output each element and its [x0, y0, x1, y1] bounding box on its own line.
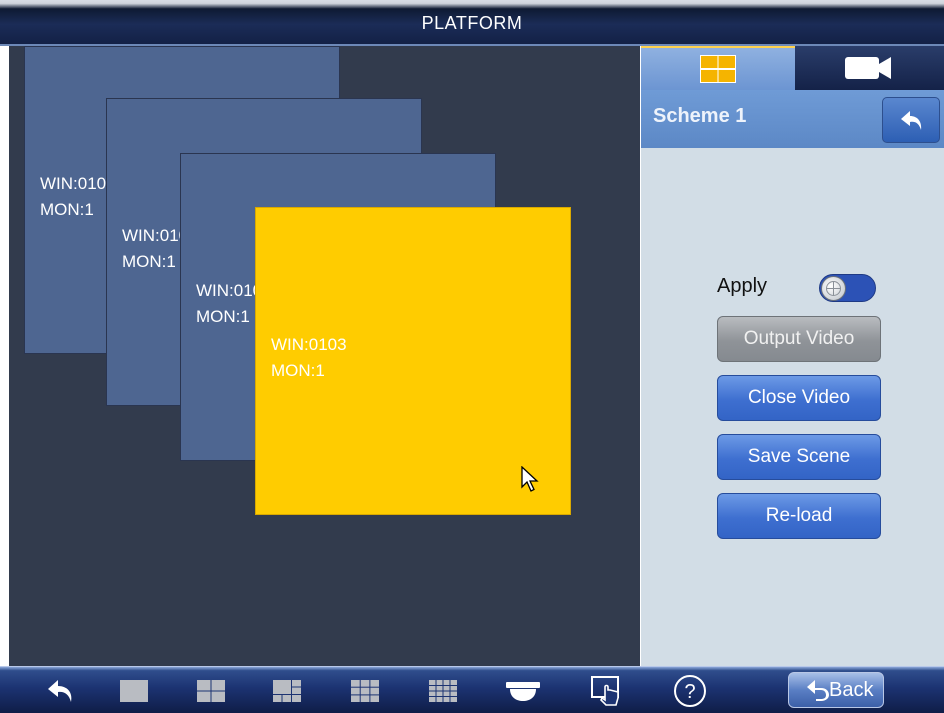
- panel-tabs: [641, 46, 944, 90]
- tab-window-layout[interactable]: [641, 46, 795, 90]
- back-arrow-icon: [807, 680, 829, 701]
- touch-mode-button[interactable]: [590, 675, 624, 707]
- back-button-label: Back: [829, 679, 874, 701]
- help-button[interactable]: ?: [672, 675, 708, 707]
- page-title: PLATFORM: [421, 13, 523, 33]
- ptz-dome-camera-icon: [506, 682, 540, 701]
- output-video-button[interactable]: Output Video: [717, 316, 881, 362]
- camera-icon: [845, 57, 891, 79]
- window-mon-label: MON:1: [196, 307, 250, 326]
- mouse-cursor-icon: [521, 466, 539, 492]
- control-side-panel: Scheme 1 Apply Output Video Close Video …: [641, 46, 944, 666]
- save-scene-button[interactable]: Save Scene: [717, 434, 881, 480]
- six-view-button[interactable]: [272, 675, 302, 707]
- window-layout-icon: [700, 55, 736, 83]
- sixteen-view-icon: [429, 680, 457, 702]
- window-mon-label: MON:1: [40, 200, 94, 219]
- tab-camera[interactable]: [795, 46, 944, 90]
- video-wall-canvas[interactable]: WIN:0101 MON:1 WIN:0102 MON:1 WIN:0102 M…: [9, 46, 640, 666]
- return-arrow-icon: [48, 680, 72, 702]
- six-view-icon: [273, 680, 301, 702]
- close-video-button[interactable]: Close Video: [717, 375, 881, 421]
- window-win-label: WIN:0101: [40, 174, 116, 193]
- toggle-knob-icon: [826, 281, 841, 296]
- help-icon: ?: [674, 675, 706, 707]
- window-mon-label: MON:1: [271, 361, 325, 380]
- touch-screen-icon: [591, 676, 619, 706]
- apply-label: Apply: [717, 275, 768, 297]
- window-mon-label: MON:1: [122, 252, 176, 271]
- apply-toggle[interactable]: [819, 274, 876, 302]
- return-arrow-icon: [901, 111, 922, 130]
- scheme-return-button[interactable]: [882, 97, 940, 143]
- scheme-title: Scheme 1: [653, 105, 747, 127]
- title-bar: PLATFORM: [0, 0, 944, 46]
- back-button[interactable]: Back: [788, 672, 884, 708]
- single-view-button[interactable]: [119, 675, 149, 707]
- quad-view-button[interactable]: [196, 675, 226, 707]
- nine-view-button[interactable]: [350, 675, 380, 707]
- quad-view-icon: [197, 680, 225, 702]
- sixteen-view-button[interactable]: [428, 675, 458, 707]
- toggle-knob[interactable]: [821, 276, 846, 301]
- window-win-label: WIN:0103: [271, 335, 347, 354]
- bottom-toolbar: ? Back: [0, 666, 944, 713]
- svg-text:?: ?: [684, 681, 695, 703]
- nine-view-icon: [351, 680, 379, 702]
- reload-button[interactable]: Re-load: [717, 493, 881, 539]
- ptz-button[interactable]: [505, 675, 541, 707]
- single-view-icon: [120, 680, 148, 702]
- scheme-header: Scheme 1: [641, 90, 944, 148]
- return-button[interactable]: [44, 675, 78, 707]
